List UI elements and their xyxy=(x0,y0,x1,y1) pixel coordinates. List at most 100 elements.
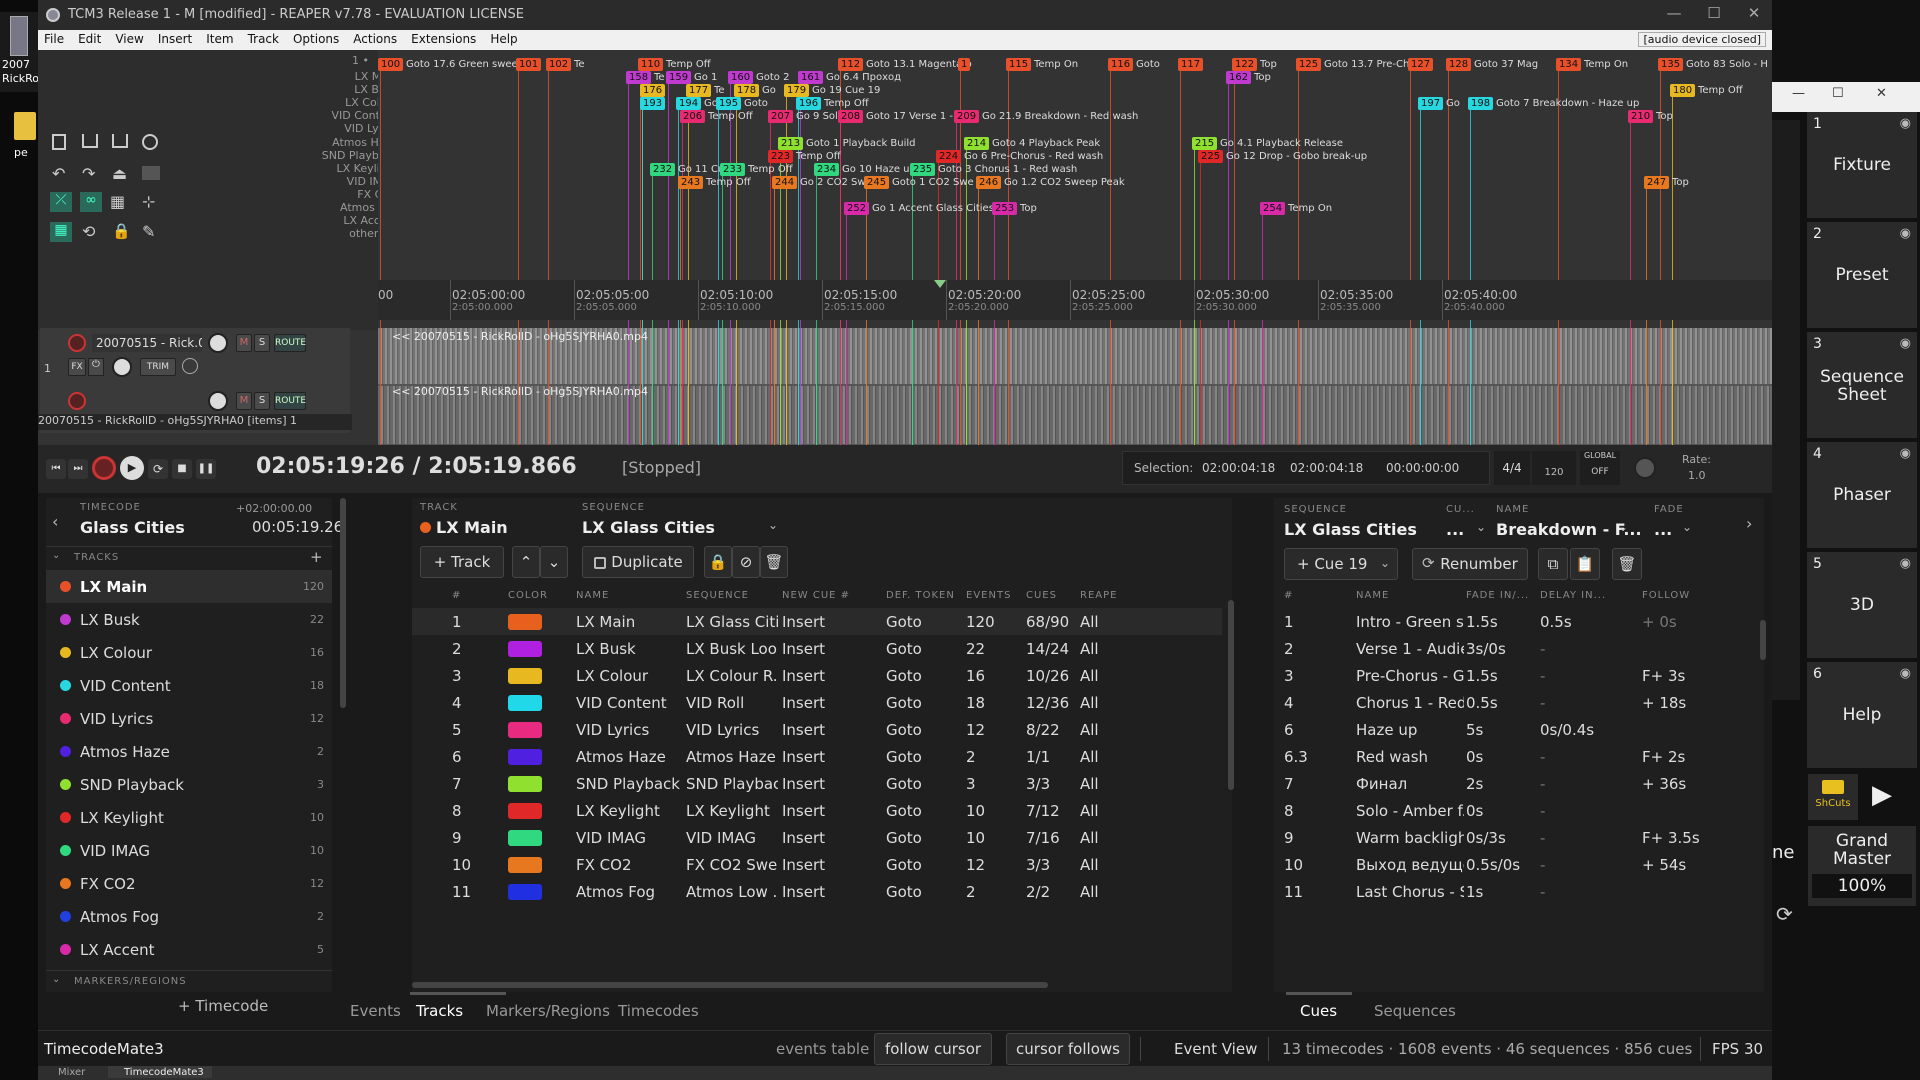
column-header[interactable]: SEQUENCE xyxy=(686,590,749,601)
loop-icon[interactable]: ⟲ xyxy=(82,222,95,241)
fx-button[interactable]: FX xyxy=(68,358,86,376)
cue-marker[interactable]: 101 xyxy=(516,58,542,71)
save-icon[interactable] xyxy=(112,134,128,148)
minimize-button[interactable]: — xyxy=(1654,4,1694,22)
cursor-follows-button[interactable]: cursor follows xyxy=(1006,1033,1130,1065)
track-list-item[interactable]: VID Lyrics 12 xyxy=(46,702,332,735)
track-color-swatch[interactable] xyxy=(508,776,542,792)
table-row[interactable]: 4 VID Content VID Roll Insert Goto 18 12/36 All xyxy=(412,689,1222,716)
cue-marker[interactable]: 244 xyxy=(772,175,798,189)
cue-marker[interactable]: 223 xyxy=(768,149,794,163)
table-row[interactable]: 2 Verse 1 - Audie...3s/0s - xyxy=(1274,635,1754,662)
desktop-icon-video[interactable]: 2007 RickRo xyxy=(0,12,39,92)
time-display[interactable]: 02:05:19:26 / 2:05:19.866 xyxy=(256,454,577,479)
add-timecode-button[interactable]: + Timecode xyxy=(178,997,268,1015)
chevron-down-icon[interactable]: ⌄ xyxy=(768,518,778,532)
timeline-ruler[interactable]: 00 02:05:00:00 2:05:00.000 02:05:05:00 2:05… xyxy=(378,280,1772,320)
cue-marker[interactable]: 234 xyxy=(814,162,840,176)
cue-marker[interactable]: 135 xyxy=(1658,58,1684,71)
cue-marker[interactable]: 197 xyxy=(1418,97,1444,111)
mute-button[interactable]: M xyxy=(236,334,252,352)
cue-marker[interactable]: 243 xyxy=(678,175,704,189)
stop-button[interactable]: ■ xyxy=(172,459,192,479)
shcuts-button[interactable]: ShCuts xyxy=(1808,774,1858,820)
pause-button[interactable]: ❚❚ xyxy=(196,459,216,479)
play-button[interactable]: ▶ xyxy=(120,456,144,480)
column-header[interactable]: FADE IN/... xyxy=(1466,590,1529,601)
rate-value[interactable]: 1.0 xyxy=(1688,469,1706,482)
collapse-chevron-icon[interactable]: ⌄ xyxy=(52,974,60,985)
tab-cues[interactable]: Cues xyxy=(1300,1002,1337,1020)
left-scrollbar[interactable] xyxy=(340,498,346,708)
track-color-swatch[interactable] xyxy=(508,884,542,900)
events-table-button[interactable]: events table xyxy=(776,1040,869,1058)
side-button-sequence-sheet[interactable]: 3 ◉ Sequence Sheet xyxy=(1807,332,1917,438)
cue-marker[interactable]: 193 xyxy=(640,97,666,111)
route-button[interactable]: ROUTE xyxy=(274,334,306,352)
table-row[interactable]: 7SND PlaybackSND PlaybackInsertGoto33/3A… xyxy=(412,770,1222,797)
table-row[interactable]: 10FX CO2FX CO2 Swe...InsertGoto123/3All xyxy=(412,851,1222,878)
track-name[interactable]: 20070515 - Rick.0 xyxy=(92,334,202,352)
track-list-item[interactable]: Atmos Fog 2 xyxy=(46,900,332,933)
side-grip[interactable] xyxy=(1772,120,1800,700)
edit-cursor-icon[interactable] xyxy=(934,280,946,288)
side-button-3d[interactable]: 5 ◉ 3D xyxy=(1807,552,1917,658)
cue-marker[interactable]: 102 xyxy=(546,58,572,71)
copy-cue-button[interactable]: ⧉ xyxy=(1538,548,1568,580)
menu-view[interactable]: View xyxy=(109,30,151,46)
lock-icon[interactable]: 🔒 xyxy=(112,222,131,240)
menu-insert[interactable]: Insert xyxy=(152,30,200,46)
time-signature[interactable]: 4/4 xyxy=(1494,451,1530,485)
track-list-item[interactable]: LX Keylight 10 xyxy=(46,801,332,834)
cue-marker[interactable]: 232 xyxy=(650,162,676,176)
tab-tracks[interactable]: Tracks xyxy=(416,1002,463,1020)
redo-icon[interactable]: ↷ xyxy=(82,164,95,183)
track-color-swatch[interactable] xyxy=(508,857,542,873)
table-row[interactable]: 3 Pre-Chorus - G...1.5s - F+ 3s xyxy=(1274,662,1754,689)
column-header[interactable]: EVENTS xyxy=(966,590,1011,601)
cue-marker[interactable]: 177 xyxy=(686,84,712,98)
solo-button-2[interactable]: S xyxy=(254,392,270,410)
snap-icon[interactable]: ⊹ xyxy=(142,192,155,211)
column-header[interactable]: NEW CUE # xyxy=(782,590,850,601)
cue-marker[interactable]: 235 xyxy=(910,162,936,176)
track-color-swatch[interactable] xyxy=(508,641,542,657)
right-scrollbar[interactable] xyxy=(1760,620,1766,660)
cue-marker[interactable]: 194 xyxy=(676,97,702,111)
table-row[interactable]: 9 Warm backlight 0s/3s - F+ 3.5s xyxy=(1274,824,1754,851)
cue-marker[interactable]: 233 xyxy=(720,162,746,176)
delete-cue-button[interactable]: 🗑 xyxy=(1612,548,1642,580)
disable-button[interactable]: ⊘ xyxy=(732,546,760,578)
cue-marker[interactable]: 159 xyxy=(666,71,692,85)
pan-knob[interactable] xyxy=(112,357,132,377)
record-button[interactable] xyxy=(92,456,116,480)
column-header[interactable]: REAPE xyxy=(1080,590,1117,601)
column-header[interactable]: # xyxy=(1284,590,1293,601)
cue-marker[interactable]: 254 xyxy=(1260,202,1286,216)
pencil-icon[interactable]: ✎ xyxy=(142,222,155,241)
menu-edit[interactable]: Edit xyxy=(72,30,109,46)
dock-tab-timecodemate[interactable]: TimecodeMate3 xyxy=(108,1066,212,1078)
maximize-icon[interactable]: ☐ xyxy=(1832,86,1844,101)
table-row[interactable]: 1 Intro - Green s...1.5s 0.5s + 0s xyxy=(1274,608,1754,635)
collapse-chevron-icon[interactable]: ⌄ xyxy=(52,550,60,561)
menu-extensions[interactable]: Extensions xyxy=(405,30,484,46)
grid-toggle-icon[interactable] xyxy=(142,166,160,180)
table-row[interactable]: 2LX BuskLX Busk Loo...InsertGoto2214/24A… xyxy=(412,635,1222,662)
cue-marker[interactable]: 195 xyxy=(716,97,742,111)
side-button-preset[interactable]: 2 ◉ Preset xyxy=(1807,222,1917,328)
selection-length[interactable]: 00:00:00:00 xyxy=(1386,461,1459,475)
cue-marker[interactable]: 198 xyxy=(1468,97,1494,111)
eye-icon[interactable]: ◉ xyxy=(1900,556,1911,571)
solo-button[interactable]: S xyxy=(254,334,270,352)
fade-select[interactable]: ... xyxy=(1654,520,1672,539)
column-header[interactable]: DELAY IN... xyxy=(1540,590,1606,601)
desktop-icon-folder[interactable]: pe xyxy=(0,110,38,170)
column-header[interactable]: DEF. TOKEN xyxy=(886,590,955,601)
cue-marker[interactable]: 116 xyxy=(1108,58,1134,71)
selection-end[interactable]: 02:00:04:18 xyxy=(1290,461,1363,475)
menu-file[interactable]: File xyxy=(38,30,72,46)
undo-icon[interactable]: ↶ xyxy=(52,164,65,183)
eye-icon[interactable]: ◉ xyxy=(1900,446,1911,461)
cue-marker[interactable]: 224 xyxy=(936,149,962,163)
